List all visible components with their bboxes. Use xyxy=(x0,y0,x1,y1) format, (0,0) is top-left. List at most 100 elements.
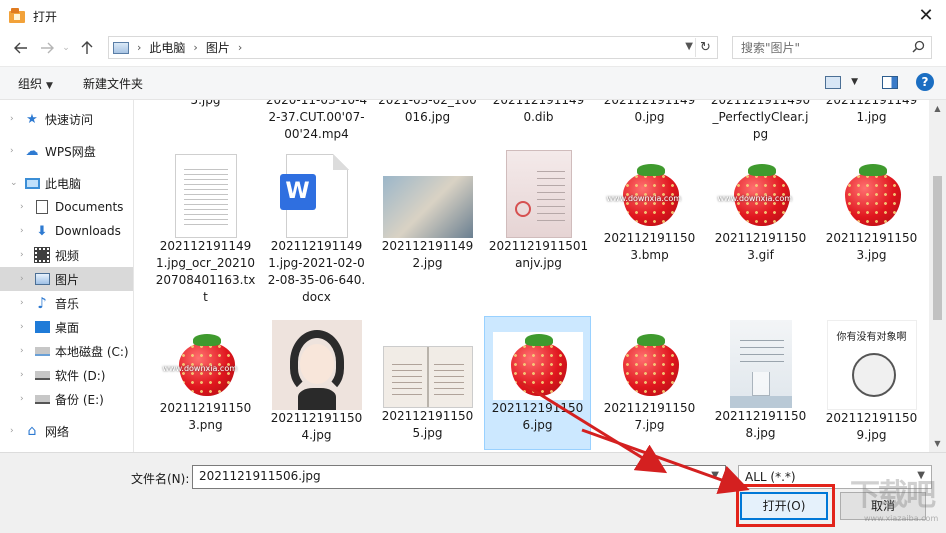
file-item[interactable]: 2021121911490.jpg xyxy=(596,100,703,126)
file-item[interactable]: 2021121911503.jpg xyxy=(818,150,925,264)
file-item[interactable]: 2021121911491.jpg xyxy=(818,100,925,126)
file-item[interactable]: 2021121911504.jpg xyxy=(263,320,370,444)
expand-chevron-icon[interactable]: › xyxy=(10,146,20,156)
expand-chevron-icon[interactable]: › xyxy=(20,250,30,260)
scroll-down-arrow-icon[interactable]: ▼ xyxy=(929,435,946,452)
nav-item-network[interactable]: › ⌂ 网络 xyxy=(0,419,133,443)
brand-watermark-text: 下载吧 xyxy=(850,478,936,513)
expand-chevron-icon[interactable]: › xyxy=(10,114,20,124)
expand-chevron-icon[interactable]: › xyxy=(20,370,30,380)
expand-chevron-icon[interactable]: › xyxy=(20,322,30,332)
star-icon: ★ xyxy=(26,111,38,127)
title-bar: 打开 ✕ xyxy=(0,0,946,32)
expand-chevron-icon[interactable]: › xyxy=(20,226,30,236)
nav-item-videos[interactable]: › 视频 xyxy=(0,243,133,267)
meme-thumbnail: 你有没有对象啊 xyxy=(826,320,917,410)
forward-arrow-icon[interactable] xyxy=(36,37,58,59)
text-file-thumbnail xyxy=(174,154,237,238)
up-arrow-icon[interactable] xyxy=(76,37,98,59)
file-item[interactable]: 你有没有对象啊 2021121911509.jpg xyxy=(818,320,925,444)
cup-photo-thumbnail xyxy=(729,320,792,408)
file-item[interactable]: 2020-11-03-10-42-37.CUT.00'07-00'24.mp4 xyxy=(263,100,370,143)
breadcrumb-this-pc[interactable]: 此电脑 xyxy=(149,39,185,56)
strawberry-thumbnail: www.downxia.com xyxy=(715,162,806,230)
file-item[interactable]: 2021121911501anjv.jpg xyxy=(485,150,592,272)
nav-item-music[interactable]: › ♪ 音乐 xyxy=(0,291,133,315)
file-name: 2021121911503.gif xyxy=(714,231,807,262)
preview-pane-icon[interactable] xyxy=(882,75,898,89)
file-item[interactable]: 5.jpg xyxy=(152,100,259,109)
scroll-up-arrow-icon[interactable]: ▲ xyxy=(929,100,946,117)
nav-item-drive-c[interactable]: › 本地磁盘 (C:) xyxy=(0,339,133,363)
file-name: 2021121911505.jpg xyxy=(381,409,474,440)
address-bar[interactable]: › 此电脑 › 图片 › ▼ ↻ xyxy=(108,36,718,59)
nav-item-drive-e[interactable]: › 备份 (E:) xyxy=(0,387,133,411)
file-item[interactable]: 2021121911491.jpg_ocr_2021020708401163.t… xyxy=(152,150,259,306)
nav-label: 备份 (E:) xyxy=(55,392,104,407)
scrollbar-thumb[interactable] xyxy=(933,176,942,320)
download-arrow-icon: ⬇ xyxy=(36,223,48,239)
file-item[interactable]: www.downxia.com 2021121911503.bmp xyxy=(596,150,703,264)
collapse-chevron-icon[interactable]: ⌄ xyxy=(10,178,20,188)
file-name: 2021121911490_PerfectlyClear.jpg xyxy=(710,100,811,141)
nav-item-desktop[interactable]: › 桌面 xyxy=(0,315,133,339)
file-name: 2021121911501anjv.jpg xyxy=(488,239,589,270)
organize-button[interactable]: 组织 ▼ xyxy=(10,75,61,92)
address-dropdown-chevron-icon[interactable]: ▼ xyxy=(685,41,693,52)
expand-chevron-icon[interactable]: › xyxy=(20,346,30,356)
file-item[interactable]: www.downxia.com 2021121911503.gif xyxy=(707,150,814,264)
nav-item-downloads[interactable]: › ⬇ Downloads xyxy=(0,219,133,243)
breadcrumb-pictures[interactable]: 图片 xyxy=(206,39,230,56)
search-input[interactable]: 搜索"图片" xyxy=(732,36,932,59)
help-icon[interactable]: ? xyxy=(916,73,934,91)
file-item[interactable]: 2021121911490_PerfectlyClear.jpg xyxy=(707,100,814,143)
file-item[interactable]: 2021121911508.jpg xyxy=(707,320,814,442)
file-item-selected[interactable]: 2021121911506.jpg xyxy=(484,316,591,450)
change-view-icon[interactable] xyxy=(825,75,842,89)
file-item[interactable]: www.downxia.com 2021121911503.png xyxy=(152,320,259,434)
search-placeholder: 搜索"图片" xyxy=(741,41,801,55)
document-icon xyxy=(34,199,50,215)
filename-value: 2021121911506.jpg xyxy=(199,469,321,483)
nav-item-wps-cloud[interactable]: › ☁ WPS网盘 xyxy=(0,139,133,163)
new-folder-button[interactable]: 新建文件夹 xyxy=(75,75,151,92)
chevron-down-icon[interactable]: ▼ xyxy=(711,470,719,481)
nav-item-this-pc[interactable]: ⌄ 此电脑 xyxy=(0,171,133,195)
file-item[interactable]: 2021-03-02_100016.jpg xyxy=(374,100,481,126)
word-document-icon: W xyxy=(279,154,354,238)
nav-item-pictures[interactable]: › 图片 xyxy=(0,267,133,291)
nav-item-drive-d[interactable]: › 软件 (D:) xyxy=(0,363,133,387)
window-title: 打开 xyxy=(33,9,58,24)
expand-chevron-icon[interactable]: › xyxy=(20,202,30,212)
file-name: 2021-03-02_100016.jpg xyxy=(378,100,477,124)
expand-chevron-icon[interactable]: › xyxy=(10,426,20,436)
word-letter: W xyxy=(279,174,316,210)
file-item[interactable]: W 2021121911491.jpg-2021-02-02-08-35-06-… xyxy=(263,150,370,306)
recent-locations-chevron-icon[interactable]: ⌄ xyxy=(60,37,72,59)
back-arrow-icon[interactable] xyxy=(10,37,32,59)
expand-chevron-icon[interactable]: › xyxy=(20,394,30,404)
computer-icon xyxy=(24,175,40,191)
breadcrumb-separator: › xyxy=(193,41,198,54)
file-item[interactable]: 2021121911507.jpg xyxy=(596,320,703,434)
nav-item-quick-access[interactable]: › ★ 快速访问 xyxy=(0,107,133,131)
nav-item-documents[interactable]: › Documents xyxy=(0,195,133,219)
vertical-scrollbar[interactable]: ▲ ▼ xyxy=(929,100,946,452)
expand-chevron-icon[interactable]: › xyxy=(20,298,30,308)
refresh-icon[interactable]: ↻ xyxy=(695,38,715,57)
desktop-icon xyxy=(34,319,50,335)
file-item[interactable]: 2021121911492.jpg xyxy=(374,150,481,272)
filename-input[interactable]: 2021121911506.jpg ▼ xyxy=(192,465,726,489)
meme-caption: 你有没有对象啊 xyxy=(836,332,907,343)
file-item[interactable]: 2021121911490.dib xyxy=(485,100,592,126)
file-name: 2021121911506.jpg xyxy=(491,401,584,432)
open-button[interactable]: 打开(O) xyxy=(740,492,828,520)
brand-watermark: 下载吧 www.xiazaiba.com xyxy=(850,470,946,530)
search-icon[interactable] xyxy=(912,40,925,56)
close-icon[interactable]: ✕ xyxy=(914,4,938,28)
certificate-thumbnail xyxy=(505,150,572,238)
file-item[interactable]: 2021121911505.jpg xyxy=(374,320,481,442)
view-options-chevron-icon[interactable]: ▼ xyxy=(851,77,858,87)
package-icon xyxy=(9,8,25,24)
expand-chevron-icon[interactable]: › xyxy=(20,274,30,284)
